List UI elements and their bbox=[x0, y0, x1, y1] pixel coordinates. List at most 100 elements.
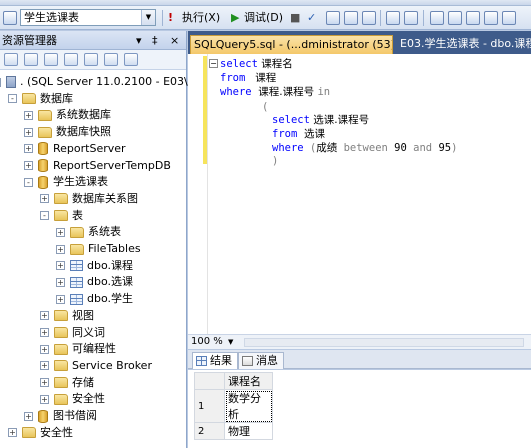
zoom-level[interactable]: 100 % bbox=[191, 335, 223, 349]
table-icon bbox=[70, 276, 83, 288]
folder-icon bbox=[54, 327, 68, 338]
expand-icon[interactable]: + bbox=[56, 227, 65, 237]
collapse-icon[interactable]: - bbox=[40, 211, 49, 221]
tree-item-label: 表 bbox=[72, 208, 83, 222]
close-icon[interactable]: × bbox=[170, 31, 179, 50]
expand-icon[interactable]: + bbox=[24, 161, 33, 170]
expand-icon[interactable]: + bbox=[56, 261, 65, 271]
expand-icon[interactable]: + bbox=[40, 344, 49, 354]
column-header[interactable]: 课程名 bbox=[224, 372, 273, 390]
tree-item[interactable]: + 数据库关系图 bbox=[40, 190, 138, 207]
object-explorer-title-bar: 资源管理器 ▾ ‡ × bbox=[0, 31, 186, 50]
expand-icon[interactable]: + bbox=[40, 328, 49, 337]
expand-icon[interactable]: + bbox=[24, 411, 33, 421]
tab-messages[interactable]: 消息 bbox=[238, 352, 284, 369]
stop-icon[interactable]: ■ bbox=[290, 10, 300, 26]
collapse-icon[interactable]: - bbox=[0, 77, 1, 87]
tree-item[interactable]: + 安全性 bbox=[8, 424, 73, 441]
tree-item[interactable]: + 可编程性 bbox=[40, 340, 116, 357]
uncomment-icon[interactable] bbox=[448, 11, 462, 25]
tab-results[interactable]: 结果 bbox=[192, 352, 238, 369]
results-grid[interactable]: 课程名 1 数学分析 2 物理 bbox=[188, 370, 531, 448]
expand-icon[interactable]: + bbox=[24, 144, 33, 154]
tree-item[interactable]: + 同义词 bbox=[40, 324, 105, 341]
table-row[interactable]: 2 物理 bbox=[194, 422, 273, 440]
specify-values-icon[interactable] bbox=[502, 11, 516, 25]
expand-icon[interactable]: + bbox=[40, 194, 49, 204]
window-position-icon[interactable]: ▾ bbox=[136, 31, 142, 50]
expand-icon[interactable]: + bbox=[56, 294, 65, 304]
tree-item[interactable]: + 视图 bbox=[40, 307, 94, 324]
query-editor[interactable]: − select 课程名 from 课程 where 课程.课程号 in ( s… bbox=[188, 54, 531, 334]
query-icon[interactable] bbox=[3, 11, 17, 25]
modified-lines-marker bbox=[203, 56, 207, 164]
expand-icon[interactable]: + bbox=[24, 110, 33, 120]
stop-icon[interactable] bbox=[64, 53, 78, 66]
tree-item[interactable]: + ReportServer bbox=[24, 140, 126, 157]
database-select[interactable]: 学生选课表 ▼ bbox=[20, 9, 156, 26]
connect-icon[interactable] bbox=[4, 53, 18, 66]
cell[interactable]: 数学分析 bbox=[224, 389, 273, 423]
execute-button[interactable]: 执行(X) bbox=[182, 10, 220, 26]
keyword: where bbox=[272, 142, 304, 154]
cell[interactable]: 物理 bbox=[224, 422, 273, 440]
row-number[interactable]: 2 bbox=[194, 422, 225, 440]
tree-item[interactable]: + 系统数据库 bbox=[24, 106, 111, 123]
tree-item[interactable]: + 系统表 bbox=[56, 223, 121, 240]
chevron-down-icon[interactable]: ▼ bbox=[228, 335, 233, 349]
display-plan-icon[interactable] bbox=[326, 11, 340, 25]
tab-sqlquery5[interactable]: SQLQuery5.sql - (...dministrator (53))* bbox=[190, 35, 393, 54]
tree-item[interactable]: + FileTables bbox=[56, 240, 141, 257]
chevron-down-icon[interactable]: ▼ bbox=[141, 10, 155, 25]
toolbar-separator bbox=[162, 10, 163, 26]
outdent-icon[interactable] bbox=[466, 11, 480, 25]
expand-icon[interactable]: + bbox=[56, 244, 65, 254]
results-to-text-icon[interactable] bbox=[386, 11, 400, 25]
connect-dropdown-icon[interactable] bbox=[24, 53, 38, 66]
tree-item[interactable]: + dbo.学生 bbox=[56, 290, 133, 307]
code-line: ) bbox=[272, 155, 279, 167]
disconnect-icon[interactable] bbox=[44, 53, 58, 66]
folder-icon bbox=[54, 193, 68, 205]
tree-item[interactable]: + 图书借阅 bbox=[24, 407, 97, 424]
collapse-icon[interactable]: - bbox=[24, 177, 33, 187]
expand-icon[interactable]: + bbox=[8, 428, 17, 438]
debug-button[interactable]: 调试(D) bbox=[244, 10, 283, 26]
folder-icon bbox=[22, 93, 36, 105]
tree-item[interactable]: + ReportServerTempDB bbox=[24, 157, 171, 174]
collapse-icon[interactable]: - bbox=[8, 94, 17, 104]
row-number[interactable]: 1 bbox=[194, 389, 225, 423]
tree-item[interactable]: + 数据库快照 bbox=[24, 123, 111, 140]
expand-icon[interactable]: + bbox=[40, 361, 49, 371]
expand-icon[interactable]: + bbox=[40, 394, 49, 404]
results-to-grid-icon[interactable] bbox=[404, 11, 418, 25]
table-row[interactable]: 1 数学分析 bbox=[194, 389, 273, 423]
activity-monitor-icon[interactable] bbox=[124, 53, 138, 66]
row-header-corner[interactable] bbox=[194, 372, 225, 390]
parse-check-icon[interactable]: ✓ bbox=[307, 10, 316, 26]
horizontal-scrollbar[interactable] bbox=[244, 338, 524, 347]
expand-icon[interactable]: + bbox=[24, 127, 33, 137]
indent-icon[interactable] bbox=[484, 11, 498, 25]
tab-table-design[interactable]: E03.学生选课表 - dbo.课程 bbox=[396, 35, 531, 54]
query-designer-icon[interactable] bbox=[344, 11, 358, 25]
tree-item[interactable]: + 安全性 bbox=[40, 390, 105, 407]
tree-item[interactable]: - 学生选课表 bbox=[24, 173, 108, 190]
expand-icon[interactable]: + bbox=[40, 311, 49, 321]
tree-item[interactable]: -表 bbox=[40, 207, 83, 224]
expand-icon[interactable]: + bbox=[56, 277, 65, 287]
tree-item[interactable]: + 存储 bbox=[40, 374, 94, 391]
tree-item-label: 存储 bbox=[72, 375, 94, 389]
filter-icon[interactable] bbox=[84, 53, 98, 66]
tree-item[interactable]: + Service Broker bbox=[40, 357, 152, 374]
collapse-icon[interactable]: − bbox=[209, 59, 218, 68]
results-to-icon[interactable] bbox=[362, 11, 376, 25]
database-icon bbox=[38, 175, 48, 189]
comment-icon[interactable] bbox=[430, 11, 444, 25]
tree-item[interactable]: + dbo.选课 bbox=[56, 273, 133, 290]
expand-icon[interactable]: + bbox=[40, 378, 49, 388]
refresh-icon[interactable] bbox=[104, 53, 118, 66]
pin-icon[interactable]: ‡ bbox=[152, 31, 158, 50]
tree-item[interactable]: - 数据库 bbox=[8, 90, 73, 107]
tree-item[interactable]: + dbo.课程 bbox=[56, 257, 133, 274]
